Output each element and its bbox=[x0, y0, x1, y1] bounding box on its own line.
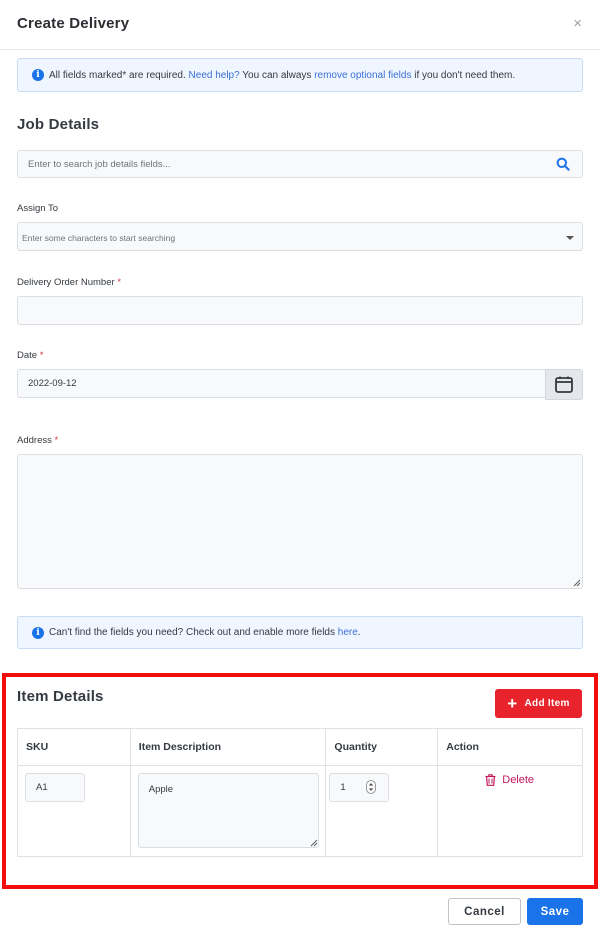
modal-title: Create Delivery bbox=[17, 15, 130, 32]
calendar-button[interactable] bbox=[545, 369, 583, 400]
job-details-search bbox=[17, 150, 583, 178]
search-icon[interactable] bbox=[556, 157, 570, 171]
table-header-row: SKU Item Description Quantity Action bbox=[17, 728, 583, 766]
required-asterisk: * bbox=[117, 277, 122, 288]
column-header-quantity: Quantity bbox=[325, 728, 439, 766]
action-cell: Delete bbox=[437, 765, 583, 857]
delivery-order-number-label: Delivery Order Number * bbox=[17, 277, 121, 288]
delete-label: Delete bbox=[502, 774, 535, 786]
table-row: Apple bbox=[17, 765, 583, 857]
notice-text-3: You can always bbox=[239, 69, 315, 81]
items-table: SKU Item Description Quantity Action App… bbox=[17, 728, 583, 857]
date-label-text: Date bbox=[17, 350, 38, 361]
more-fields-notice: i Can't find the fields you need? Check … bbox=[17, 616, 583, 649]
enable-fields-link[interactable]: here bbox=[338, 627, 358, 638]
resize-grip-icon[interactable] bbox=[573, 579, 581, 587]
quantity-cell bbox=[325, 765, 439, 857]
notice-text-1: All fields marked bbox=[49, 69, 123, 81]
resize-grip-icon[interactable] bbox=[310, 839, 318, 847]
date-input[interactable] bbox=[17, 369, 546, 398]
column-header-sku: SKU bbox=[17, 728, 131, 766]
add-item-label: Add Item bbox=[524, 698, 570, 709]
address-label-text: Address bbox=[17, 435, 52, 446]
assign-to-select[interactable]: Enter some characters to start searching bbox=[17, 222, 583, 251]
more-fields-suffix: . bbox=[357, 627, 361, 638]
calendar-icon bbox=[555, 376, 573, 393]
delivery-order-number-input[interactable] bbox=[17, 296, 583, 325]
item-description-textarea[interactable]: Apple bbox=[137, 773, 319, 848]
trash-icon bbox=[485, 774, 496, 786]
sku-input[interactable] bbox=[25, 773, 85, 802]
item-details-title: Item Details bbox=[17, 688, 104, 705]
chevron-down-icon bbox=[566, 236, 574, 240]
notice-text-2: are required. bbox=[126, 69, 189, 81]
address-textarea[interactable] bbox=[17, 454, 583, 589]
delivery-order-number-label-text: Delivery Order Number bbox=[17, 277, 115, 288]
add-item-button[interactable]: + Add Item bbox=[495, 689, 582, 718]
required-asterisk: * bbox=[39, 350, 44, 361]
cancel-button[interactable]: Cancel bbox=[448, 898, 521, 925]
job-details-search-input[interactable] bbox=[18, 151, 538, 177]
notice-text-4: if you don't need them. bbox=[411, 69, 516, 81]
delete-item-button[interactable]: Delete bbox=[485, 774, 534, 786]
assign-to-placeholder: Enter some characters to start searching bbox=[22, 233, 176, 243]
close-icon[interactable]: × bbox=[573, 16, 582, 31]
job-details-title: Job Details bbox=[17, 116, 100, 133]
save-button[interactable]: Save bbox=[527, 898, 583, 925]
description-cell: Apple bbox=[129, 765, 327, 857]
column-header-action: Action bbox=[437, 728, 583, 766]
quantity-stepper[interactable] bbox=[329, 773, 390, 802]
plus-icon: + bbox=[507, 693, 518, 713]
stepper-arrows-icon[interactable] bbox=[366, 780, 377, 794]
sku-cell bbox=[17, 765, 131, 857]
more-fields-text: Can't find the fields you need? Check ou… bbox=[49, 627, 338, 638]
modal-header: Create Delivery × bbox=[0, 0, 600, 50]
assign-to-label: Assign To bbox=[17, 203, 59, 214]
info-icon: i bbox=[32, 69, 44, 81]
required-asterisk: * bbox=[54, 435, 59, 446]
info-icon: i bbox=[32, 626, 44, 639]
required-fields-notice: i All fields marked * are required. Need… bbox=[17, 58, 583, 92]
need-help-link[interactable]: Need help? bbox=[189, 70, 240, 81]
remove-optional-fields-link[interactable]: remove optional fields bbox=[314, 70, 411, 81]
address-label: Address * bbox=[17, 435, 58, 446]
date-label: Date * bbox=[17, 350, 43, 361]
column-header-description: Item Description bbox=[129, 728, 327, 766]
quantity-input[interactable] bbox=[329, 773, 390, 802]
